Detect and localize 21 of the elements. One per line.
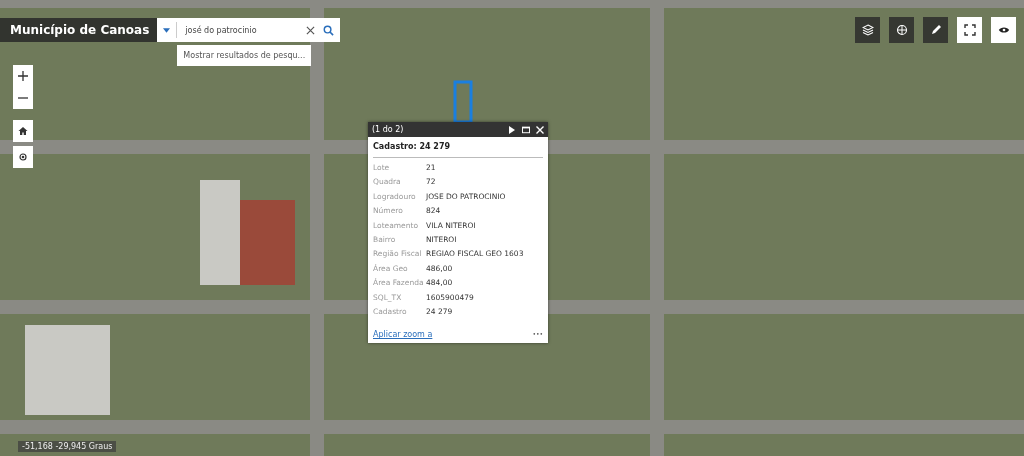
search-suggestion[interactable]: Mostrar resultados de pesqu... [177, 45, 312, 66]
popup-pager: (1 do 2) [372, 125, 404, 134]
basemap-icon[interactable] [889, 17, 914, 43]
zoom-to-link[interactable]: Aplicar zoom a [373, 330, 433, 340]
search-field[interactable]: josé do patrocinio [157, 18, 341, 42]
eye-icon[interactable] [991, 17, 1016, 43]
app-title: Município de Canoas [0, 18, 158, 42]
search-icon[interactable] [323, 24, 335, 36]
maximize-icon[interactable] [522, 125, 530, 134]
layers-icon[interactable] [855, 17, 880, 43]
next-icon[interactable] [508, 125, 516, 134]
popup-title: Cadastro: 24 279 [373, 142, 543, 158]
caret-icon[interactable] [163, 27, 171, 33]
search-value: josé do patrocinio [185, 25, 258, 35]
home-icon[interactable] [13, 120, 33, 142]
fullscreen-icon[interactable] [957, 17, 982, 43]
close-icon[interactable] [536, 125, 544, 134]
locate-icon[interactable] [13, 146, 33, 168]
clear-icon[interactable] [306, 25, 316, 35]
coordinates-readout: -51,168 -29,945 Graus [18, 441, 117, 452]
pencil-icon[interactable] [923, 17, 948, 43]
